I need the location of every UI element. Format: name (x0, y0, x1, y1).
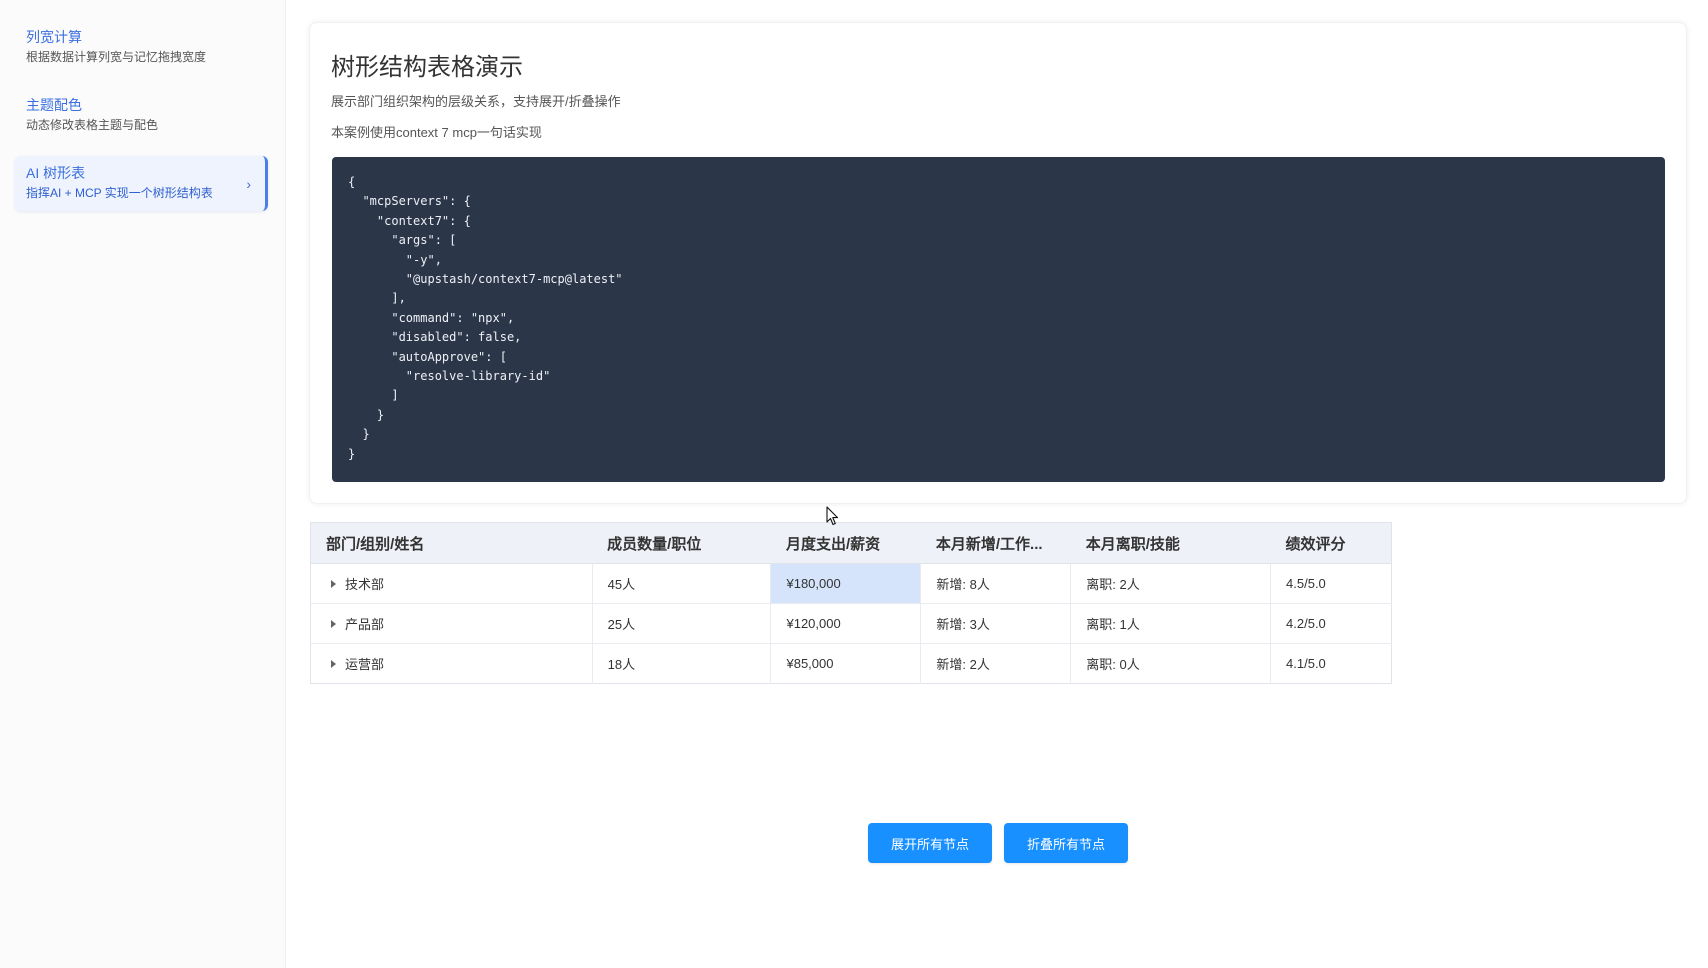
sidebar-item-theme[interactable]: 主题配色 动态修改表格主题与配色 (15, 88, 268, 143)
column-header-expense[interactable]: 月度支出/薪资 (770, 522, 921, 564)
mcp-config-code-block: { "mcpServers": { "context7": { "args": … (332, 157, 1665, 482)
tree-node-cell[interactable]: 运营部 (310, 643, 593, 684)
table-cell: 4.2/5.0 (1270, 603, 1392, 644)
caret-right-icon[interactable] (331, 660, 336, 668)
table-cell: 新增: 3人 (920, 603, 1072, 644)
table-cell: 新增: 2人 (920, 643, 1072, 684)
table-cell: 新增: 8人 (920, 563, 1072, 604)
table-row[interactable]: 技术部 45人 ¥180,000 新增: 8人 离职: 2人 4.5/5.0 (310, 563, 1392, 604)
tree-node-label: 产品部 (345, 617, 385, 632)
expand-all-button[interactable]: 展开所有节点 (868, 823, 992, 863)
sidebar-item-title: 列宽计算 (26, 29, 82, 45)
column-header-score[interactable]: 绩效评分 (1270, 522, 1392, 564)
sidebar-item-column-width[interactable]: 列宽计算 根据数据计算列宽与记忆拖拽宽度 (15, 20, 268, 75)
table-row[interactable]: 产品部 25人 ¥120,000 新增: 3人 离职: 1人 4.2/5.0 (310, 603, 1392, 644)
caret-right-icon[interactable] (331, 620, 336, 628)
table-cell: 45人 (592, 563, 772, 604)
table-row[interactable]: 运营部 18人 ¥85,000 新增: 2人 离职: 0人 4.1/5.0 (310, 643, 1392, 684)
collapse-all-button[interactable]: 折叠所有节点 (1004, 823, 1128, 863)
table-cell: 18人 (592, 643, 772, 684)
tree-node-label: 运营部 (345, 657, 385, 672)
tree-node-cell[interactable]: 产品部 (310, 603, 593, 644)
column-header-new[interactable]: 本月新增/工作... (920, 522, 1071, 564)
sidebar-item-desc: 指挥AI + MCP 实现一个树形结构表 (26, 186, 213, 200)
table-cell: 25人 (592, 603, 772, 644)
table-cell: 4.5/5.0 (1270, 563, 1392, 604)
column-header-name[interactable]: 部门/组别/姓名 (310, 522, 593, 564)
page-note: 本案例使用context 7 mcp一句话实现 (331, 125, 542, 140)
caret-right-icon[interactable] (331, 580, 336, 588)
mouse-cursor-icon (826, 506, 839, 526)
tree-node-label: 技术部 (345, 577, 385, 592)
app-root: 列宽计算 根据数据计算列宽与记忆拖拽宽度 主题配色 动态修改表格主题与配色 AI… (0, 0, 1708, 968)
table-cell-selected[interactable]: ¥180,000 (770, 563, 922, 604)
sidebar-item-desc: 根据数据计算列宽与记忆拖拽宽度 (26, 50, 207, 64)
column-header-leave[interactable]: 本月离职/技能 (1070, 522, 1271, 564)
table-cell: 离职: 1人 (1070, 603, 1272, 644)
table-cell: ¥85,000 (770, 643, 922, 684)
column-header-members[interactable]: 成员数量/职位 (592, 522, 771, 564)
sidebar-item-title: AI 树形表 (26, 165, 86, 181)
table-cell: 4.1/5.0 (1286, 656, 1326, 671)
tree-node-cell[interactable]: 技术部 (310, 563, 593, 604)
chevron-right-icon: › (246, 175, 251, 192)
tree-table: 部门/组别/姓名 成员数量/职位 月度支出/薪资 本月新增/工作... 本月离职… (310, 522, 1392, 684)
table-cell: ¥120,000 (770, 603, 922, 644)
table-cell: 离职: 0人 (1070, 643, 1272, 684)
page-title: 树形结构表格演示 (331, 54, 523, 81)
sidebar-item-ai-tree-table[interactable]: AI 树形表 指挥AI + MCP 实现一个树形结构表 › (15, 156, 268, 211)
table-header-row: 部门/组别/姓名 成员数量/职位 月度支出/薪资 本月新增/工作... 本月离职… (310, 522, 1392, 564)
page-description: 展示部门组织架构的层级关系，支持展开/折叠操作 (331, 94, 621, 109)
demo-info-card: 树形结构表格演示 展示部门组织架构的层级关系，支持展开/折叠操作 本案例使用co… (309, 22, 1687, 504)
sidebar-item-desc: 动态修改表格主题与配色 (26, 118, 159, 132)
sidebar: 列宽计算 根据数据计算列宽与记忆拖拽宽度 主题配色 动态修改表格主题与配色 AI… (0, 0, 286, 968)
table-cell: 离职: 2人 (1070, 563, 1272, 604)
sidebar-item-title: 主题配色 (26, 97, 82, 113)
